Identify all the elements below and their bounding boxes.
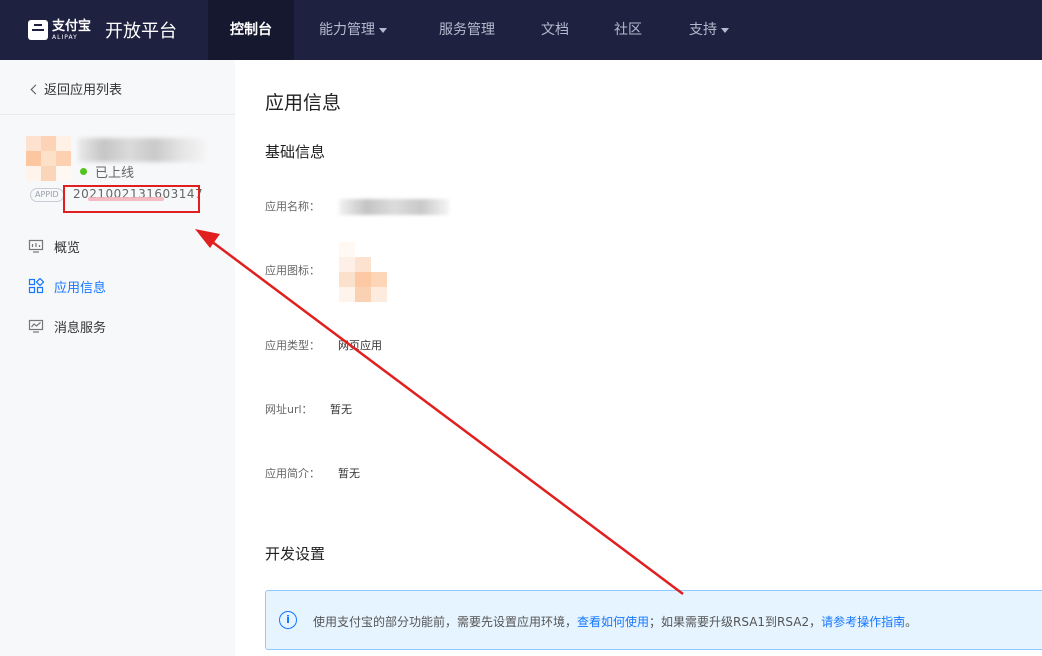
message-monitor-icon [28,319,44,333]
info-text-2: ；如果需要升级RSA1到RSA2， [649,615,822,629]
chevron-left-icon [30,84,41,95]
sidebar-item-label: 应用信息 [54,280,107,296]
main-content: 应用信息 基础信息 应用名称： 应用图标： 应用类型： 网页应用 网址url： … [235,60,1042,656]
appid-tag: APPID [30,188,64,202]
info-alert: i 使用支付宝的部分功能前，需要先设置应用环境，查看如何使用；如果需要升级RSA… [265,590,1042,650]
app-avatar-pixelated [26,136,72,182]
field-value-app-desc: 暂无 [338,467,360,480]
field-value-url: 暂无 [330,403,352,416]
nav-item-label: 服务管理 [439,22,495,38]
nav-item-console[interactable]: 控制台 [208,0,294,60]
nav-item-support[interactable]: 支持 [689,0,729,60]
field-label-app-name: 应用名称： [265,200,320,213]
brand-title: 开放平台 [105,21,178,42]
caret-down-icon [721,27,729,33]
app-name-redacted [78,138,206,162]
operation-guide-link[interactable]: 请参考操作指南 [821,615,905,629]
brand-en-text: ALIPAY [52,33,78,41]
field-value-app-type: 网页应用 [338,339,382,352]
section-title-dev-settings: 开发设置 [265,545,326,563]
nav-item-label: 文档 [541,22,569,38]
info-text-1: 使用支付宝的部分功能前，需要先设置应用环境， [313,615,578,629]
annotation-highlight-box [63,185,200,213]
top-nav: 支付宝 ALIPAY 开放平台 控制台 能力管理 服务管理 文档 社区 支持 [0,0,1042,60]
app-name-value-redacted [339,199,449,215]
nav-item-services[interactable]: 服务管理 [439,0,495,60]
how-to-use-link[interactable]: 查看如何使用 [577,615,649,629]
sidebar-item-message-service[interactable]: 消息服务 [28,316,106,336]
sidebar-item-app-info[interactable]: 应用信息 [28,276,106,296]
back-to-app-list-link[interactable]: 返回应用列表 [30,79,123,98]
status-badge: 已上线 [80,162,134,181]
nav-item-community[interactable]: 社区 [614,0,642,60]
grid-apps-icon [28,278,44,294]
nav-item-label: 支持 [689,22,717,38]
info-icon: i [279,611,297,629]
status-text: 已上线 [95,166,135,181]
back-link-label: 返回应用列表 [44,83,123,98]
nav-item-label: 社区 [614,22,642,38]
nav-item-label: 能力管理 [319,22,375,38]
info-text-3: 。 [905,615,918,629]
page-title: 应用信息 [265,92,342,114]
app-icon-pixelated [339,242,387,302]
sidebar-item-overview[interactable]: 概览 [28,236,80,256]
field-label-app-desc: 应用简介： [265,467,320,480]
brand-name: 支付宝 ALIPAY [52,20,91,41]
info-alert-message: 使用支付宝的部分功能前，需要先设置应用环境，查看如何使用；如果需要升级RSA1到… [313,613,917,630]
nav-item-docs[interactable]: 文档 [541,0,569,60]
field-label-url: 网址url： [265,403,313,416]
field-label-app-icon: 应用图标： [265,264,320,277]
sidebar-item-label: 消息服务 [54,320,107,336]
nav-item-capability[interactable]: 能力管理 [319,0,387,60]
online-dot-icon [80,168,87,175]
divider [0,114,235,115]
brand-cn-text: 支付宝 [52,18,92,34]
alipay-logo-icon [28,20,48,40]
sidebar: 返回应用列表 已上线 APPID 2021002131603147 概览 应用信… [0,60,235,656]
field-label-app-type: 应用类型： [265,339,320,352]
section-title-basic: 基础信息 [265,143,326,161]
sidebar-item-label: 概览 [54,240,81,256]
caret-down-icon [379,27,387,33]
monitor-icon [28,239,44,253]
brand-logo[interactable]: 支付宝 ALIPAY 开放平台 [28,16,177,44]
nav-item-label: 控制台 [230,22,272,38]
